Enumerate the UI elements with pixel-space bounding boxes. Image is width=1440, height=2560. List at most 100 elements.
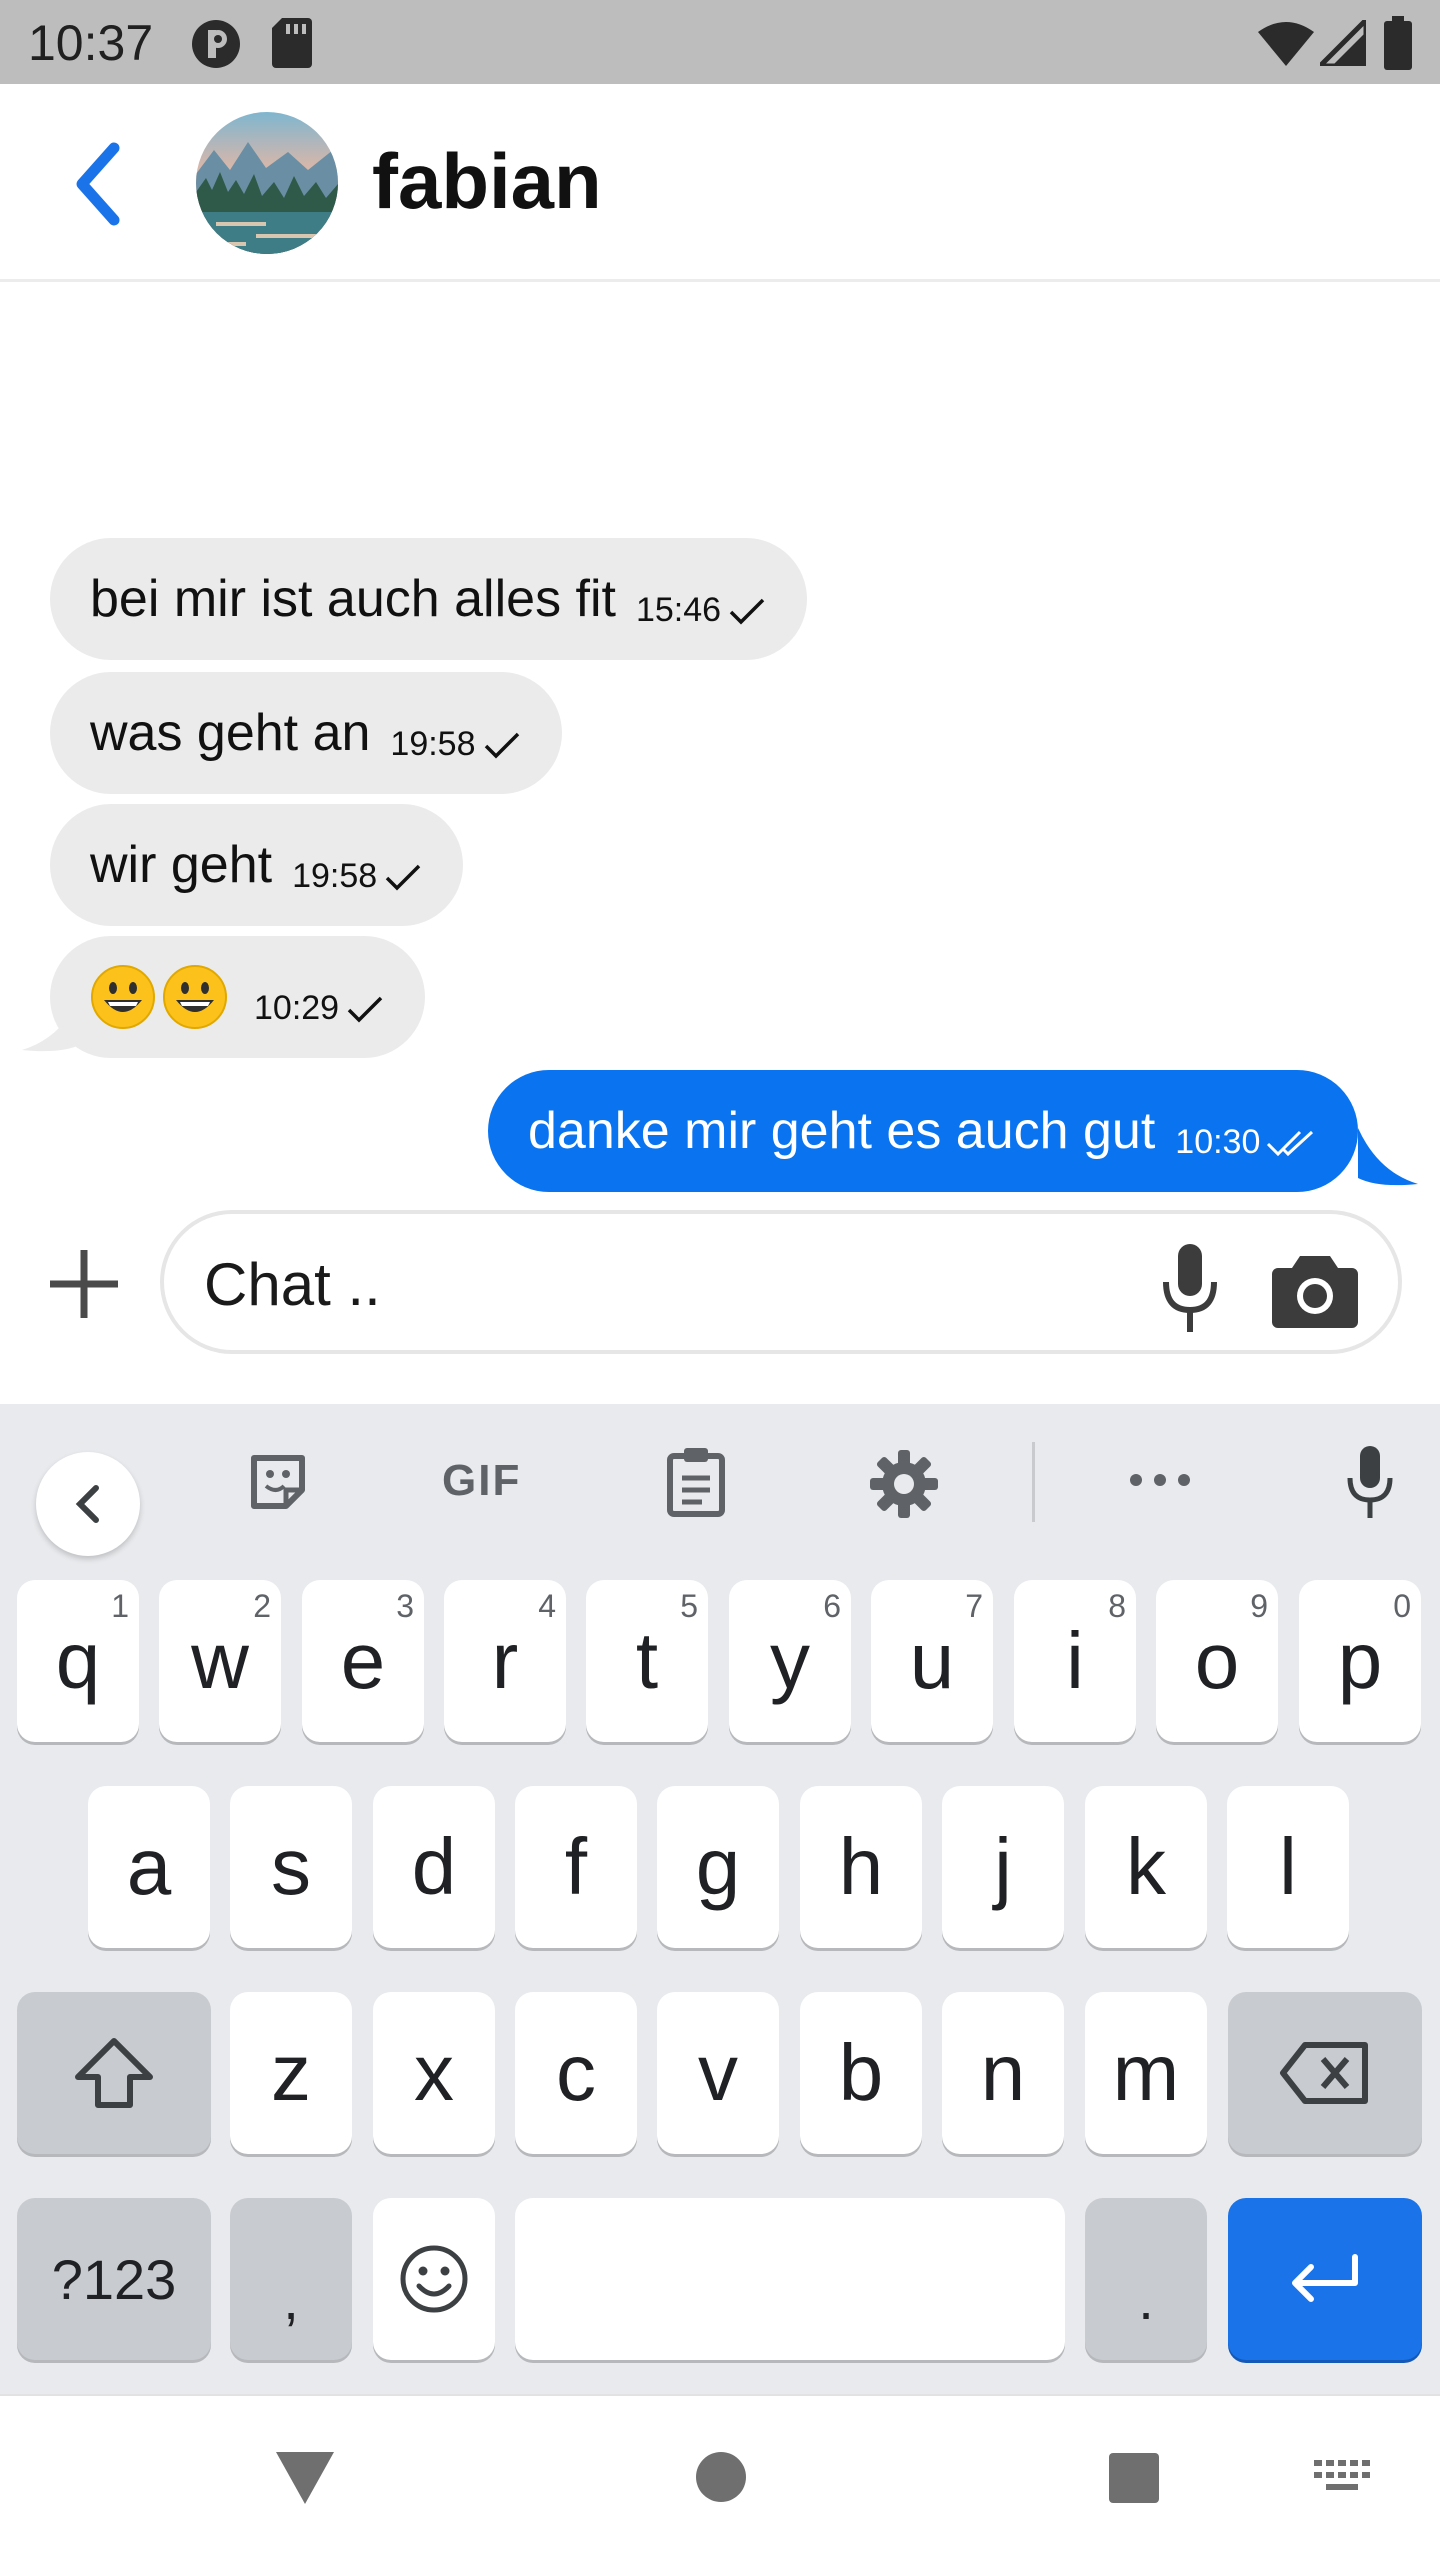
shift-key[interactable] <box>17 1992 211 2154</box>
key-l[interactable]: l <box>1227 1786 1349 1948</box>
comma-key[interactable]: , <box>230 2198 352 2360</box>
clipboard-icon[interactable] <box>664 1446 728 1518</box>
message-bubble-outgoing[interactable]: danke mir geht es auch gut 10:30 <box>488 1070 1359 1192</box>
nav-home-circle-icon[interactable] <box>694 2450 748 2504</box>
key-z[interactable]: z <box>230 1992 352 2154</box>
status-time: 10:37 <box>28 15 154 71</box>
key-label: s <box>271 1822 311 1911</box>
key-label: l <box>1279 1822 1297 1911</box>
settings-gear-icon[interactable] <box>870 1450 938 1518</box>
key-hint: 4 <box>538 1588 556 1624</box>
key-label: d <box>411 1822 457 1911</box>
sent-check-icon <box>385 864 421 891</box>
microphone-icon[interactable] <box>1150 1240 1230 1340</box>
sd-card-icon <box>272 18 312 68</box>
read-double-check-icon <box>1267 1130 1314 1157</box>
battery-icon <box>1384 16 1412 70</box>
key-label: u <box>909 1616 955 1705</box>
key-u[interactable]: u7 <box>871 1580 993 1742</box>
key-label: ?123 <box>51 2247 177 2311</box>
gif-button[interactable]: GIF <box>442 1456 521 1506</box>
more-options-icon[interactable] <box>1128 1470 1192 1490</box>
key-p[interactable]: p0 <box>1299 1580 1421 1742</box>
key-label: x <box>414 2028 454 2117</box>
key-label: a <box>126 1822 172 1911</box>
symbols-key[interactable]: ?123 <box>17 2198 211 2360</box>
message-time: 19:58 <box>292 856 378 895</box>
shift-arrow-icon <box>75 2038 153 2108</box>
key-j[interactable]: j <box>942 1786 1064 1948</box>
message-bubble-incoming[interactable]: 10:29 <box>50 936 426 1058</box>
key-c[interactable]: c <box>515 1992 637 2154</box>
key-label: t <box>635 1616 659 1705</box>
nav-back-triangle-icon[interactable] <box>274 2450 336 2506</box>
key-a[interactable]: a <box>88 1786 210 1948</box>
sticker-icon[interactable] <box>246 1450 310 1514</box>
sent-check-icon <box>347 996 383 1023</box>
keyboard-toolbar: GIF <box>0 1404 1440 1556</box>
message-bubble-incoming[interactable]: bei mir ist auch alles fit 15:46 <box>50 538 808 660</box>
avatar[interactable] <box>196 112 338 254</box>
key-d[interactable]: d <box>373 1786 495 1948</box>
key-label: c <box>556 2028 596 2117</box>
add-attachment-icon[interactable] <box>44 1244 124 1324</box>
key-label: e <box>340 1616 386 1705</box>
message-bubble-incoming[interactable]: wir geht 19:58 <box>50 804 464 926</box>
virtual-keyboard: GIF q1 w2 e3 r 4 t 5 y 6 u 7 i 8 o 9 p 0… <box>0 1404 1440 2394</box>
period-key[interactable]: . <box>1085 2198 1207 2360</box>
key-h[interactable]: h <box>800 1786 922 1948</box>
nav-recents-square-icon[interactable] <box>1108 2452 1160 2504</box>
key-w[interactable]: w2 <box>159 1580 281 1742</box>
sent-check-icon <box>729 598 765 625</box>
key-m[interactable]: m <box>1085 1992 1207 2154</box>
key-hint: 0 <box>1393 1588 1411 1624</box>
notification-p-icon <box>192 20 240 68</box>
key-label: , <box>283 2267 299 2331</box>
backspace-key[interactable] <box>1228 1992 1422 2154</box>
emoji-message <box>90 964 234 1030</box>
key-i[interactable]: i8 <box>1014 1580 1136 1742</box>
signal-icon <box>1320 20 1366 66</box>
key-g[interactable]: g <box>657 1786 779 1948</box>
key-v[interactable]: v <box>657 1992 779 2154</box>
back-arrow-icon[interactable] <box>60 134 140 234</box>
key-s[interactable]: s <box>230 1786 352 1948</box>
key-label: r <box>491 1616 519 1705</box>
emoji-key[interactable] <box>373 2198 495 2360</box>
key-label: b <box>838 2028 884 2117</box>
key-label: w <box>191 1616 249 1705</box>
key-x[interactable]: x <box>373 1992 495 2154</box>
enter-key[interactable] <box>1228 2198 1422 2360</box>
key-label: j <box>994 1822 1012 1911</box>
camera-icon[interactable] <box>1270 1250 1360 1330</box>
message-text: was geht an <box>90 704 371 762</box>
grinning-face-emoji-icon <box>163 965 227 1029</box>
key-e[interactable]: e3 <box>302 1580 424 1742</box>
message-bubble-incoming[interactable]: was geht an 19:58 <box>50 672 562 794</box>
key-r[interactable]: r4 <box>444 1580 566 1742</box>
message-input-placeholder: Chat .. <box>204 1251 381 1318</box>
key-n[interactable]: n <box>942 1992 1064 2154</box>
backspace-icon <box>1280 2042 1368 2104</box>
contact-name[interactable]: fabian <box>372 136 602 227</box>
key-o[interactable]: o9 <box>1156 1580 1278 1742</box>
space-key[interactable] <box>515 2198 1065 2360</box>
keyboard-collapse-button[interactable] <box>36 1452 140 1556</box>
keyboard-switch-icon[interactable] <box>1312 2458 1372 2498</box>
key-f[interactable]: f <box>515 1786 637 1948</box>
key-label: . <box>1138 2267 1154 2331</box>
key-q[interactable]: q1 <box>17 1580 139 1742</box>
key-k[interactable]: k <box>1085 1786 1207 1948</box>
navigation-bar <box>0 2394 1440 2560</box>
chevron-left-icon <box>75 1485 99 1523</box>
key-hint: 2 <box>253 1588 271 1624</box>
voice-input-icon[interactable] <box>1342 1444 1398 1524</box>
key-hint: 1 <box>111 1588 129 1624</box>
key-y[interactable]: y6 <box>729 1580 851 1742</box>
key-label: h <box>838 1822 884 1911</box>
key-t[interactable]: t5 <box>586 1580 708 1742</box>
outgoing-bubble-tail <box>1358 1128 1418 1186</box>
sent-check-icon <box>484 732 519 759</box>
key-label: v <box>698 2028 738 2117</box>
key-b[interactable]: b <box>800 1992 922 2154</box>
